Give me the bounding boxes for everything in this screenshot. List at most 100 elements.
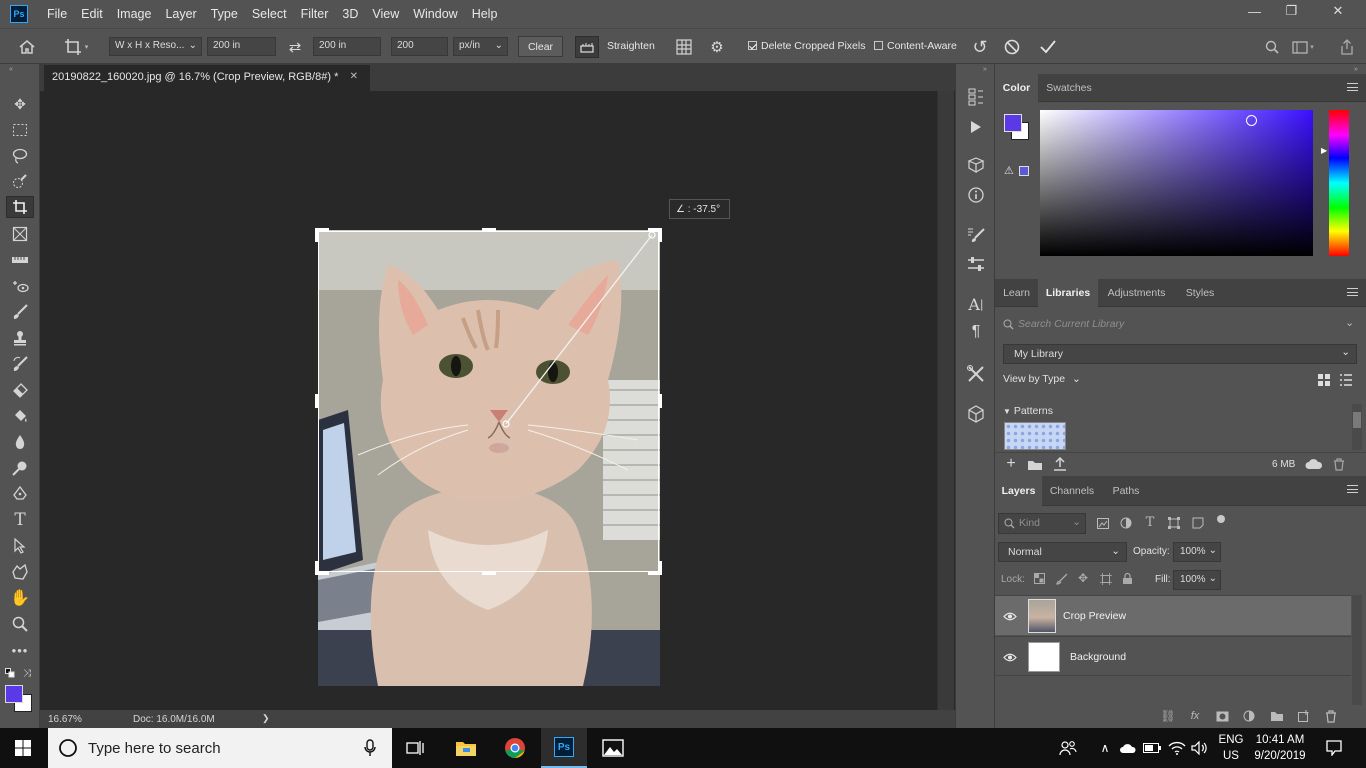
view-by-type-select[interactable]: View by Type ⌄ xyxy=(1003,373,1081,385)
notifications-icon[interactable] xyxy=(1316,728,1352,768)
web-safe-swatch[interactable] xyxy=(1019,166,1029,176)
new-layer-icon[interactable] xyxy=(1296,708,1312,724)
menu-edit[interactable]: Edit xyxy=(74,7,110,21)
adjustment-layer-icon[interactable] xyxy=(1241,708,1257,724)
blur-tool-icon[interactable] xyxy=(6,431,34,453)
filter-shape-icon[interactable] xyxy=(1167,516,1181,530)
system-clock[interactable]: 10:41 AM 9/20/2019 xyxy=(1250,732,1310,766)
frame-tool-icon[interactable] xyxy=(6,223,34,245)
straighten-label[interactable]: Straighten xyxy=(607,40,655,52)
panel-menu-icon[interactable] xyxy=(1347,288,1358,296)
menu-layer[interactable]: Layer xyxy=(158,7,203,21)
link-layers-icon[interactable]: ⛓ xyxy=(1160,708,1176,724)
pattern-thumbnail[interactable] xyxy=(1004,422,1066,450)
tab-learn[interactable]: Learn xyxy=(995,279,1038,307)
minimize-button[interactable]: — xyxy=(1236,0,1273,22)
filter-toggle-icon[interactable] xyxy=(1217,515,1225,523)
clone-stamp-tool-icon[interactable] xyxy=(6,327,34,349)
panel-foreground-swatch[interactable] xyxy=(1004,114,1022,132)
canvas-area[interactable]: ∠ : -37.5° xyxy=(40,91,937,710)
panel-menu-icon[interactable] xyxy=(1347,485,1358,493)
library-scrollbar[interactable] xyxy=(1352,404,1362,450)
paragraph-panel-icon[interactable]: ¶ xyxy=(964,321,988,343)
menu-type[interactable]: Type xyxy=(204,7,245,21)
height-input[interactable]: 200 in xyxy=(313,37,381,56)
layer-name[interactable]: Background xyxy=(1070,651,1126,663)
crop-tool-preset-icon[interactable]: ▾ xyxy=(58,36,94,58)
healing-brush-tool-icon[interactable] xyxy=(6,275,34,297)
menu-help[interactable]: Help xyxy=(465,7,505,21)
tab-adjustments[interactable]: Adjustments xyxy=(1098,279,1175,307)
battery-icon[interactable] xyxy=(1141,728,1163,768)
patterns-section-header[interactable]: ▼ Patterns xyxy=(1003,405,1053,417)
cancel-icon[interactable] xyxy=(1000,36,1024,58)
swap-dimensions-icon[interactable]: ⇄ xyxy=(284,37,306,57)
status-menu-arrow[interactable]: ❯ xyxy=(262,713,270,724)
ruler-tool-icon[interactable] xyxy=(6,249,34,271)
layers-scrollbar[interactable] xyxy=(1352,595,1362,705)
history-panel-icon[interactable] xyxy=(964,86,988,108)
tab-swatches[interactable]: Swatches xyxy=(1038,74,1100,102)
menu-window[interactable]: Window xyxy=(406,7,464,21)
onedrive-cloud-icon[interactable] xyxy=(1117,728,1139,768)
fill-input[interactable]: 100% ⌄ xyxy=(1173,570,1221,590)
chrome-icon[interactable] xyxy=(492,728,538,768)
ratio-preset-select[interactable]: W x H x Reso... ⌄ xyxy=(109,37,202,56)
default-colors-icon[interactable] xyxy=(4,668,16,678)
delete-cropped-pixels-checkbox[interactable]: Delete Cropped Pixels xyxy=(748,40,865,52)
resolution-input[interactable]: 200 xyxy=(391,37,448,56)
vertical-scrollbar[interactable] xyxy=(937,91,954,710)
search-icon[interactable] xyxy=(1262,37,1282,57)
menu-filter[interactable]: Filter xyxy=(294,7,336,21)
hand-tool-icon[interactable]: ✋ xyxy=(6,587,34,609)
3d-cube-icon[interactable] xyxy=(964,403,988,425)
tab-styles[interactable]: Styles xyxy=(1175,279,1225,307)
brush-tool-icon[interactable] xyxy=(6,301,34,323)
opacity-input[interactable]: 100% ⌄ xyxy=(1173,542,1221,562)
color-picker-cursor[interactable] xyxy=(1246,115,1257,126)
gamut-warning-icon[interactable]: ⚠ xyxy=(1004,164,1014,177)
layer-kind-filter[interactable]: Kind ⌄ xyxy=(998,513,1086,534)
crop-handle-bottom-right[interactable] xyxy=(658,561,662,575)
clear-button[interactable]: Clear xyxy=(518,36,563,57)
tab-layers[interactable]: Layers xyxy=(995,476,1042,506)
upload-icon[interactable] xyxy=(1051,456,1069,472)
filter-smart-object-icon[interactable] xyxy=(1191,516,1205,530)
taskbar-search-box[interactable]: Type here to search xyxy=(48,728,392,768)
foreground-color-swatch[interactable] xyxy=(5,685,23,703)
character-panel-icon[interactable]: A | xyxy=(964,293,988,315)
volume-icon[interactable] xyxy=(1189,728,1211,768)
people-icon[interactable] xyxy=(1048,728,1088,768)
crop-handle-left[interactable] xyxy=(315,394,319,408)
workspace-icon[interactable]: ▾ xyxy=(1292,37,1314,57)
path-selection-tool-icon[interactable] xyxy=(6,535,34,557)
pen-tool-icon[interactable] xyxy=(6,483,34,505)
document-tab[interactable]: 20190822_160020.jpg @ 16.7% (Crop Previe… xyxy=(44,65,370,91)
hue-slider[interactable] xyxy=(1329,110,1349,256)
hue-slider-arrow-icon[interactable]: ▶ xyxy=(1321,146,1327,155)
swap-colors-icon[interactable]: ⤨ xyxy=(21,667,33,679)
layer-name[interactable]: Crop Preview xyxy=(1063,610,1126,622)
layer-thumbnail[interactable] xyxy=(1028,642,1060,672)
folder-icon[interactable] xyxy=(1026,457,1044,473)
zoom-level[interactable]: 16.67% xyxy=(48,714,82,725)
share-icon[interactable] xyxy=(1336,36,1358,58)
close-button[interactable]: ✕ xyxy=(1310,0,1366,22)
eye-visibility-icon[interactable] xyxy=(1002,608,1018,624)
start-button[interactable] xyxy=(0,728,46,768)
lock-artboard-icon[interactable] xyxy=(1099,572,1112,585)
dodge-tool-icon[interactable] xyxy=(6,457,34,479)
collapse-arrows-icon[interactable]: « xyxy=(4,64,18,74)
resolution-unit-select[interactable]: px/in ⌄ xyxy=(453,37,508,56)
photoshop-taskbar-icon[interactable]: Ps xyxy=(541,728,587,768)
more-tools-icon[interactable]: ••• xyxy=(6,639,34,661)
restore-button[interactable]: ❐ xyxy=(1273,0,1310,22)
lock-all-icon[interactable] xyxy=(1121,571,1134,585)
overlay-grid-icon[interactable] xyxy=(674,37,694,57)
library-select[interactable]: My Library ⌄ xyxy=(1003,344,1357,364)
layer-mask-icon[interactable] xyxy=(1214,708,1230,724)
eye-visibility-icon[interactable] xyxy=(1002,649,1018,665)
reset-icon[interactable]: ↺ xyxy=(968,36,992,58)
delete-layer-trash-icon[interactable] xyxy=(1323,708,1339,724)
show-hidden-icons-chevron[interactable]: ∧ xyxy=(1094,728,1116,768)
